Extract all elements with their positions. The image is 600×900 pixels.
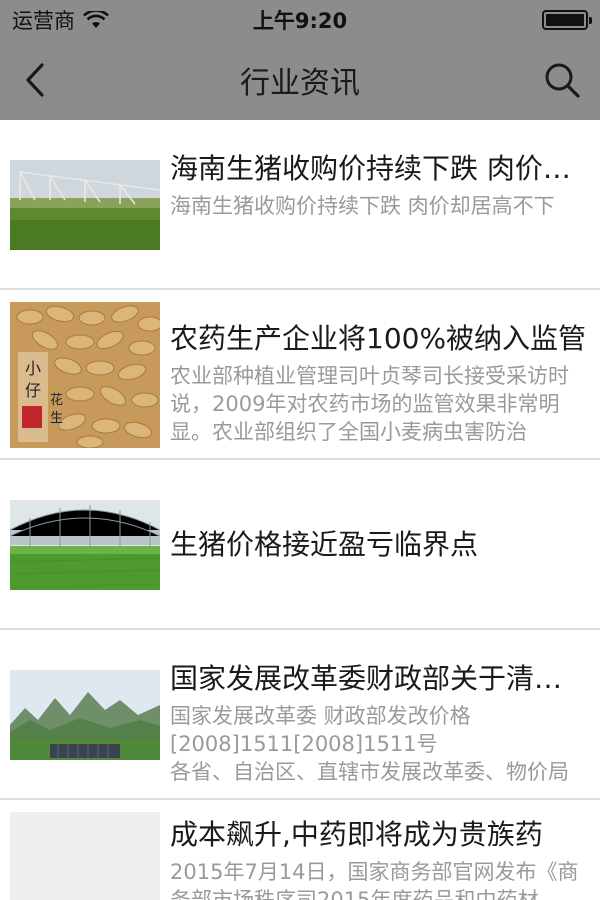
news-item-4[interactable]: 国家发展改革委财政部关于清理规范收费 国家发展改革委 财政部发改价格[2008]…: [0, 630, 600, 800]
news-summary: 国家发展改革委 财政部发改价格[2008]1511[2008]1511号 各省、…: [170, 704, 569, 784]
peanuts-image: 小 仔 花 生: [10, 302, 160, 448]
chevron-left-icon[interactable]: [18, 62, 54, 98]
thumbnail-peanuts: 小 仔 花 生: [10, 302, 160, 448]
farmland-image: [10, 160, 160, 250]
news-title: 海南生猪收购价持续下跌 肉价却居高不下: [170, 152, 590, 185]
news-summary: 农业部种植业管理司叶贞琴司长接受采访时说，2009年对农药市场的监管效果非常明显…: [170, 364, 569, 444]
battery-fill: [546, 14, 584, 26]
wifi-icon: [83, 11, 109, 28]
news-text: 成本飙升,中药即将成为贵族药 2015年7月14日，国家商务部官网发布《商务部市…: [170, 800, 590, 900]
search-icon[interactable]: [542, 60, 582, 100]
news-text: 农药生产企业将100%被纳入监管 农业部种植业管理司叶贞琴司长接受采访时说，20…: [170, 290, 590, 446]
news-item-2[interactable]: 小 仔 花 生 农药生产企业将100%被纳入监管 农业部种植业管理司叶贞琴司长接…: [0, 290, 600, 460]
thumbnail-greenhouse: [10, 500, 160, 590]
news-title: 生猪价格接近盈亏临界点: [170, 528, 479, 561]
svg-text:仔: 仔: [25, 381, 41, 400]
news-title: 国家发展改革委财政部关于清理规范收费: [170, 662, 590, 695]
news-summary: 2015年7月14日，国家商务部官网发布《商务部市场秩序司2015年度药品和中药…: [170, 860, 579, 900]
battery-icon: [542, 10, 592, 30]
greenhouse-image: [10, 500, 160, 590]
news-text: 海南生猪收购价持续下跌 肉价却居高不下 海南生猪收购价持续下跌 肉价却居高不下: [170, 120, 590, 220]
thumbnail-mountain-village: [10, 670, 160, 760]
thumbnail-placeholder: [10, 812, 160, 900]
page-title: 行业资讯: [240, 66, 360, 101]
news-text: 生猪价格接近盈亏临界点: [170, 460, 590, 630]
svg-text:小: 小: [25, 359, 41, 378]
news-item-5[interactable]: 成本飙升,中药即将成为贵族药 2015年7月14日，国家商务部官网发布《商务部市…: [0, 800, 600, 900]
news-summary: 海南生猪收购价持续下跌 肉价却居高不下: [170, 194, 555, 218]
mountain-village-image: [10, 670, 160, 760]
status-bar: 运营商 上午9:20: [0, 0, 600, 40]
svg-text:生: 生: [50, 411, 63, 426]
news-item-3[interactable]: 生猪价格接近盈亏临界点: [0, 460, 600, 630]
news-title: 成本飙升,中药即将成为贵族药: [170, 818, 543, 851]
svg-text:花: 花: [50, 392, 63, 408]
nav-bar: 行业资讯: [0, 40, 600, 120]
news-list: 海南生猪收购价持续下跌 肉价却居高不下 海南生猪收购价持续下跌 肉价却居高不下: [0, 120, 600, 900]
news-text: 国家发展改革委财政部关于清理规范收费 国家发展改革委 财政部发改价格[2008]…: [170, 630, 590, 786]
status-left: 运营商: [12, 5, 109, 35]
carrier-label: 运营商: [12, 9, 75, 33]
news-item-1[interactable]: 海南生猪收购价持续下跌 肉价却居高不下 海南生猪收购价持续下跌 肉价却居高不下: [0, 120, 600, 290]
news-title: 农药生产企业将100%被纳入监管: [170, 322, 587, 355]
thumbnail-farmland: [10, 160, 160, 250]
